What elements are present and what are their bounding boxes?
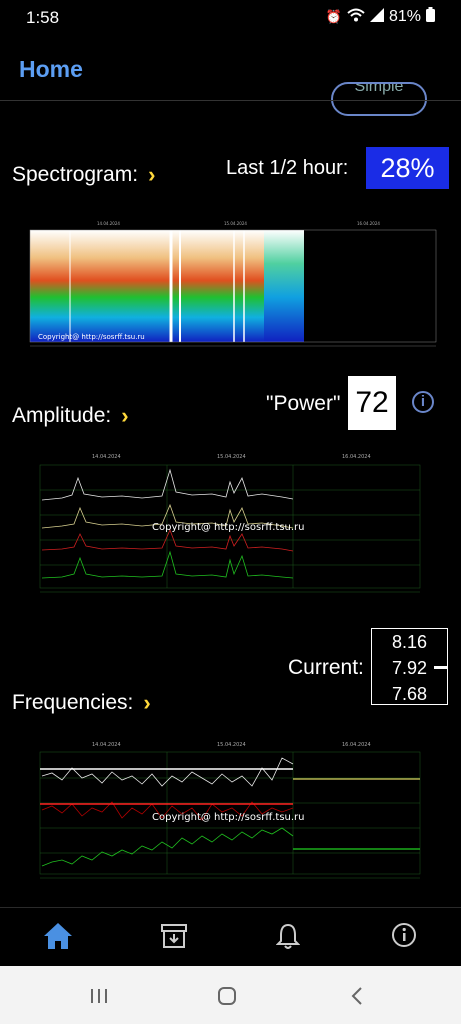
status-time: 1:58: [26, 8, 60, 27]
info-icon[interactable]: [391, 922, 417, 953]
home-nav-icon[interactable]: [217, 986, 237, 1011]
amp-date-3: 16.04.2024: [342, 454, 371, 460]
power-label: "Power": [266, 392, 341, 415]
battery-icon: [426, 7, 435, 27]
frequencies-chart: 14.04.2024 15.04.2024 16.04.2024 Copyrig…: [39, 742, 421, 879]
freq-date-1: 14.04.2024: [92, 742, 121, 748]
freq-date-2: 15.04.2024: [217, 742, 246, 748]
bell-icon[interactable]: [275, 922, 301, 955]
amplitude-link[interactable]: Amplitude: ›: [12, 404, 129, 428]
spec-copyright: Copyright@ http://sosrff.tsu.ru: [38, 333, 145, 341]
bottom-nav: [0, 908, 461, 966]
chevron-right-icon: ›: [121, 403, 129, 428]
freq-date-3: 16.04.2024: [342, 742, 371, 748]
amp-date-2: 15.04.2024: [217, 454, 246, 460]
spec-block-day1: [30, 230, 175, 342]
page-title: Home: [19, 56, 83, 82]
simple-button[interactable]: Simple: [331, 82, 427, 116]
alarm-icon: ⏰: [325, 9, 342, 24]
spec-date-3: 16.04.2024: [357, 221, 380, 226]
current-value-3: 7.68: [391, 684, 428, 704]
simple-button-label: Simple: [354, 82, 404, 95]
current-value-1: 8.16: [391, 632, 428, 652]
amp-copyright: Copyright@ http://sosrff.tsu.ru: [152, 522, 305, 533]
recent-apps-icon[interactable]: [90, 987, 108, 1010]
amplitude-label: Amplitude:: [12, 404, 112, 427]
spec-date-2: 15.04.2024: [224, 221, 247, 226]
signal-icon: [369, 7, 384, 27]
back-icon[interactable]: [351, 986, 363, 1011]
system-nav-bar: [0, 966, 461, 1024]
last-half-hour-label: Last 1/2 hour:: [226, 157, 349, 179]
archive-icon[interactable]: [161, 923, 187, 954]
amplitude-chart: 14.04.2024 15.04.2024 16.04.2024 Copyrig…: [39, 454, 421, 593]
frequencies-link[interactable]: Frequencies: ›: [12, 691, 151, 715]
wifi-icon: [347, 8, 365, 27]
battery-percent: 81%: [388, 8, 421, 25]
status-bar: 1:58 ⏰ 81%: [0, 0, 461, 34]
frequencies-label: Frequencies:: [12, 691, 134, 714]
freq-copyright: Copyright@ http://sosrff.tsu.ru: [152, 812, 305, 823]
home-icon[interactable]: [43, 922, 73, 955]
spectrogram-link[interactable]: Spectrogram: ›: [12, 163, 155, 187]
current-marker: [434, 666, 448, 669]
spec-date-1: 14.04.2024: [97, 221, 120, 226]
power-value: 72: [348, 376, 396, 430]
info-icon[interactable]: i: [412, 391, 434, 413]
app-bar-divider: [0, 100, 461, 101]
amp-date-1: 14.04.2024: [92, 454, 121, 460]
status-icons: ⏰ 81%: [326, 7, 435, 27]
chevron-right-icon: ›: [148, 162, 156, 187]
spectrogram-label: Spectrogram:: [12, 163, 139, 186]
current-label: Current:: [288, 656, 364, 679]
chevron-right-icon: ›: [143, 690, 151, 715]
spectrogram-chart: 14.04.2024 15.04.2024 16.04.2024 Copyrig…: [12, 218, 448, 354]
percent-badge: 28%: [366, 147, 449, 189]
spec-block-recent: [264, 230, 304, 342]
